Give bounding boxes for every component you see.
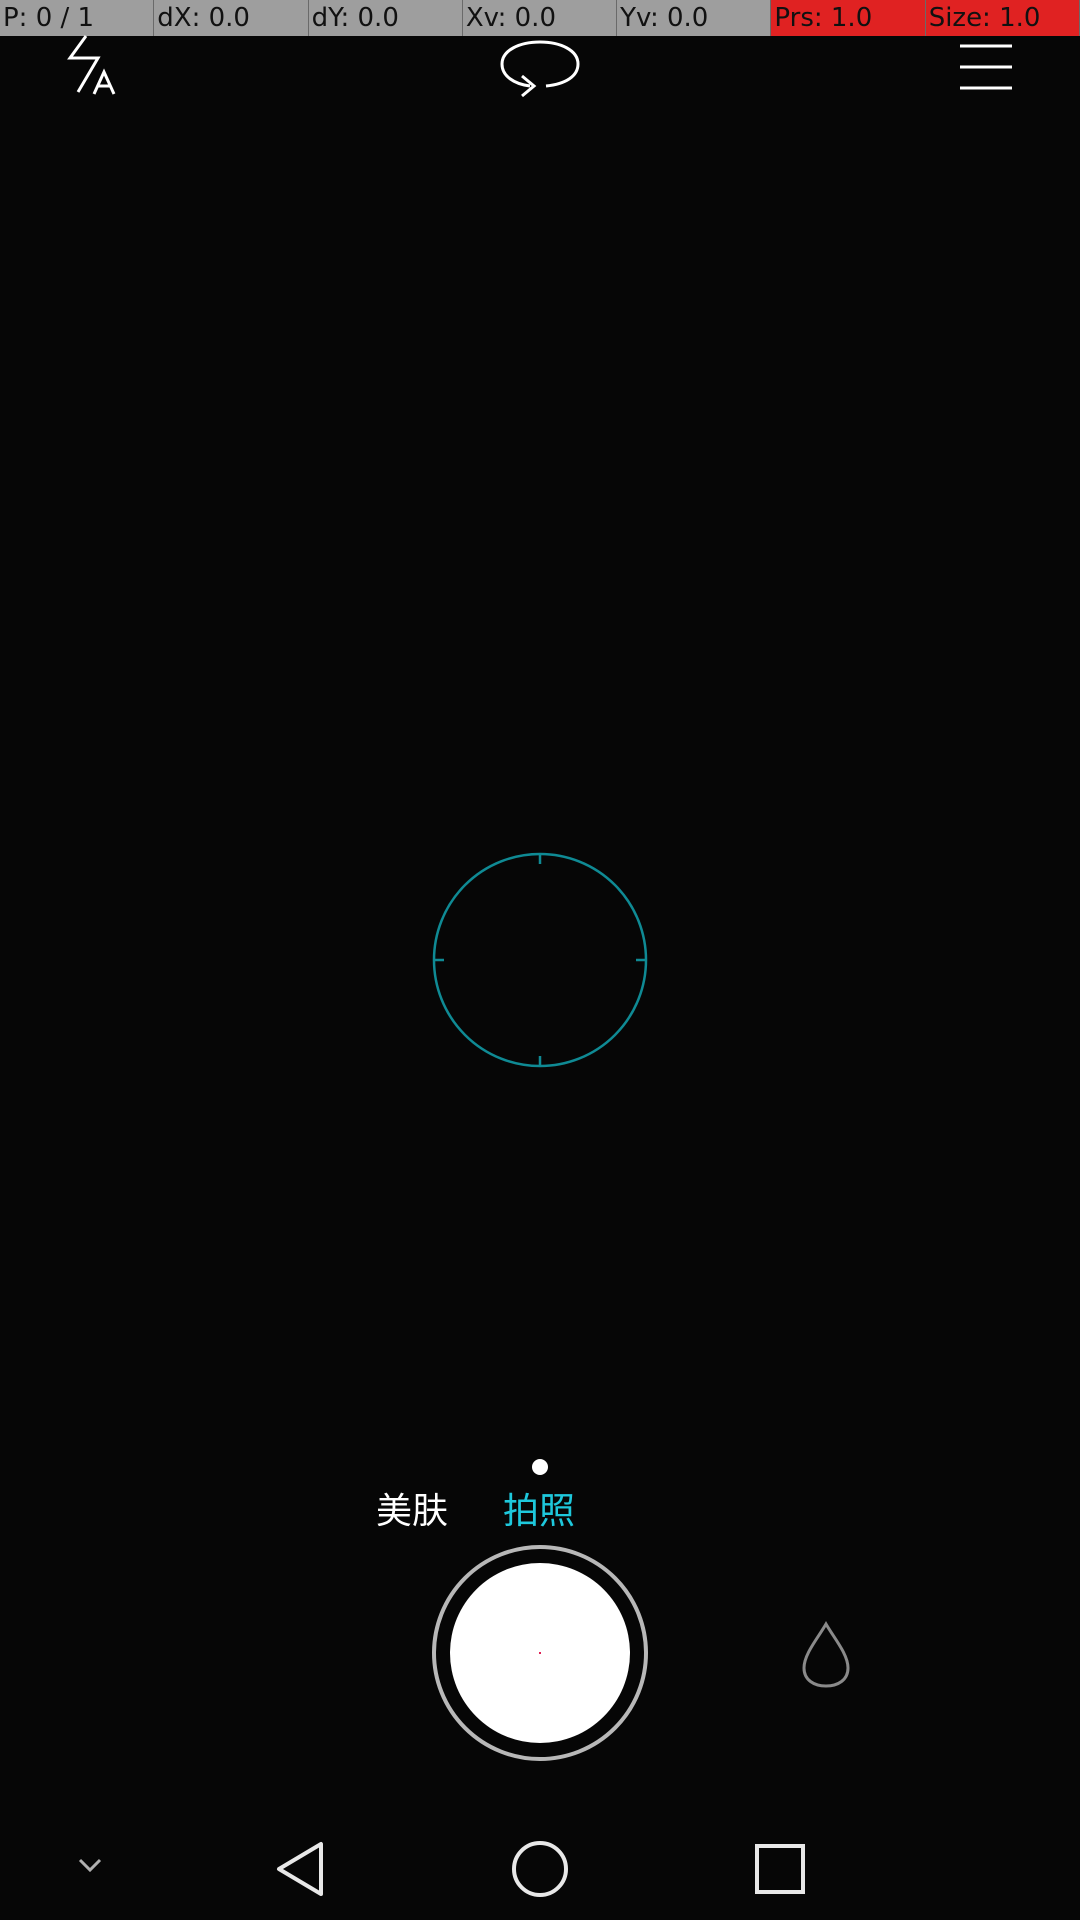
delta-y: dY: 0.0 [308, 0, 463, 36]
flash-auto-icon [67, 35, 116, 95]
touch-point-marker [539, 1652, 541, 1654]
pointer-location-bar: P: 0 / 1 dX: 0.0 dY: 0.0 Xv: 0.0 Yv: 0.0… [0, 0, 1080, 36]
mode-beauty[interactable]: 美肤 [376, 1486, 448, 1538]
mode-photo[interactable]: 拍照 [503, 1486, 575, 1538]
square-recents-icon [755, 1844, 805, 1894]
delta-x: dX: 0.0 [154, 0, 309, 36]
touch-size: Size: 1.0 [925, 0, 1080, 36]
mode-indicator-dot [532, 1459, 548, 1475]
switch-camera-icon [500, 40, 580, 98]
hide-nav-button[interactable] [60, 1844, 120, 1888]
water-drop-icon[interactable] [796, 1620, 856, 1690]
circle-home-icon [512, 1841, 568, 1897]
flash-button[interactable] [56, 34, 136, 106]
focus-ring [432, 852, 648, 1068]
recents-button[interactable] [745, 1834, 815, 1904]
back-button[interactable] [265, 1834, 335, 1904]
velocity-x: Xv: 0.0 [462, 0, 618, 36]
menu-button[interactable] [952, 40, 1020, 94]
pressure: Prs: 1.0 [771, 0, 926, 36]
velocity-y: Yv: 0.0 [617, 0, 772, 36]
chevron-down-icon [78, 1858, 102, 1873]
menu-icon [960, 44, 1012, 90]
triangle-back-icon [277, 1842, 323, 1896]
switch-camera-button[interactable] [494, 34, 586, 100]
home-button[interactable] [505, 1834, 575, 1904]
pointer-count: P: 0 / 1 [0, 0, 155, 36]
